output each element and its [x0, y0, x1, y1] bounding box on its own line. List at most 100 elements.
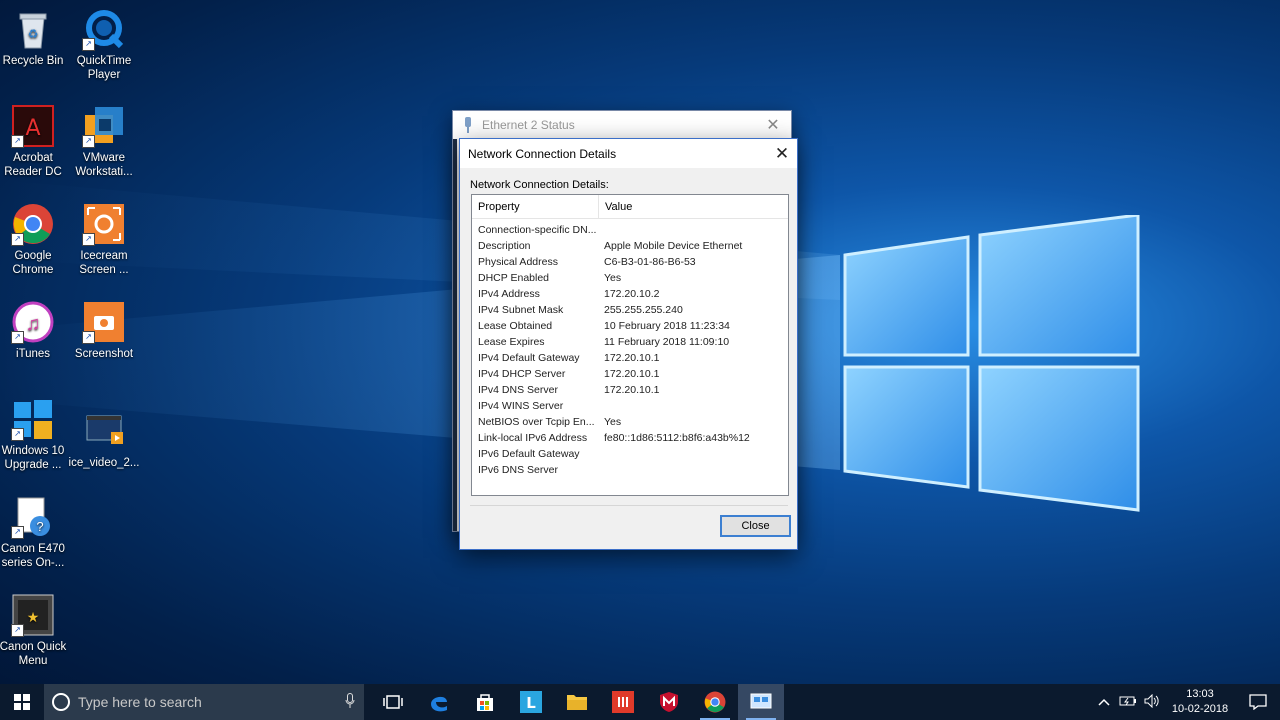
task-view-button[interactable]	[370, 684, 416, 720]
shortcut-arrow-icon: ↗	[11, 135, 24, 148]
table-row[interactable]: IPv6 DNS Server	[472, 462, 788, 478]
desktop-icon-itunes[interactable]: ♫ ↗ iTunes	[0, 301, 69, 361]
edge-icon	[431, 696, 447, 712]
table-row[interactable]: IPv4 Default Gateway 172.20.10.1	[472, 350, 788, 366]
taskbar-chrome[interactable]	[692, 684, 738, 720]
table-row[interactable]: IPv4 DNS Server 172.20.10.1	[472, 382, 788, 398]
network-window-icon	[750, 693, 772, 709]
shortcut-arrow-icon: ↗	[11, 331, 24, 344]
chrome-icon: ↗	[11, 203, 54, 246]
desktop-icon-ice-video[interactable]: ice_video_2...	[68, 410, 140, 470]
window-edge	[453, 139, 457, 531]
shortcut-arrow-icon: ↗	[82, 38, 95, 51]
column-header-property[interactable]: Property	[472, 195, 599, 218]
desktop-icon-canon-e470[interactable]: ? ↗ Canon E470 series On-...	[0, 496, 69, 570]
property-cell: Lease Expires	[478, 336, 545, 348]
action-center-button[interactable]	[1236, 694, 1280, 710]
shortcut-arrow-icon: ↗	[82, 135, 95, 148]
volume-icon[interactable]	[1140, 693, 1164, 711]
table-row[interactable]: Link-local IPv6 Address fe80::1d86:5112:b…	[472, 430, 788, 446]
table-row[interactable]: IPv4 WINS Server	[472, 398, 788, 414]
desktop-icon-label: Windows 10 Upgrade ...	[1, 445, 65, 471]
property-cell: Connection-specific DN...	[478, 224, 597, 236]
desktop-icon-recycle-bin[interactable]: ♻ Recycle Bin	[0, 8, 69, 68]
property-cell: IPv4 DHCP Server	[478, 368, 566, 380]
taskbar-mcafee[interactable]	[646, 684, 692, 720]
desktop-icon-canon-quick-menu[interactable]: ★ ↗ Canon Quick Menu	[0, 594, 69, 668]
shortcut-arrow-icon: ↗	[11, 233, 24, 246]
list-header: Property Value	[472, 195, 788, 219]
property-cell: Lease Obtained	[478, 320, 553, 332]
property-cell: IPv4 WINS Server	[478, 400, 564, 412]
ethernet-status-close-button[interactable]: ✕	[755, 115, 791, 135]
microphone-icon[interactable]	[336, 692, 364, 712]
value-cell: 11 February 2018 11:09:10	[604, 336, 730, 348]
taskbar: Type here to search L 13:03 10-02-2018	[0, 684, 1280, 720]
taskbar-clock[interactable]: 13:03 10-02-2018	[1164, 687, 1236, 717]
video-file-icon	[83, 410, 125, 452]
desktop-icon-win10-upgrade[interactable]: ↗ Windows 10 Upgrade ...	[0, 398, 69, 472]
table-row[interactable]: NetBIOS over Tcpip En... Yes	[472, 414, 788, 430]
details-section-label: Network Connection Details:	[470, 179, 609, 191]
table-row[interactable]: Physical Address C6-B3-01-86-B6-53	[472, 254, 788, 270]
property-cell: IPv4 Address	[478, 288, 540, 300]
desktop-icon-label: Icecream Screen ...	[79, 250, 129, 276]
dialog-close-icon[interactable]: ✕	[767, 144, 797, 164]
help-document-icon: ? ↗	[11, 496, 54, 539]
table-row[interactable]: Description Apple Mobile Device Ethernet	[472, 238, 788, 254]
ethernet-status-titlebar[interactable]: Ethernet 2 Status ✕	[453, 111, 791, 139]
desktop-icon-vmware[interactable]: ↗ VMware Workstati...	[68, 105, 140, 179]
svg-text:L: L	[526, 694, 536, 712]
taskbar-l-app[interactable]: L	[508, 684, 554, 720]
taskbar-store[interactable]	[462, 684, 508, 720]
folder-icon	[567, 695, 587, 710]
acrobat-reader-icon: A ↗	[11, 105, 54, 148]
desktop-icon-quicktime[interactable]: ↗ QuickTime Player	[68, 8, 140, 82]
taskbar-network-settings[interactable]	[738, 684, 784, 720]
table-row[interactable]: Connection-specific DN...	[472, 222, 788, 238]
battery-charging-icon[interactable]	[1116, 695, 1140, 710]
column-header-value[interactable]: Value	[599, 195, 788, 218]
dialog-titlebar[interactable]: Network Connection Details ✕	[460, 139, 797, 168]
desktop-icon-icecream[interactable]: ↗ Icecream Screen ...	[68, 203, 140, 277]
windows-logo-wallpaper	[840, 213, 1140, 515]
value-cell: 172.20.10.1	[604, 384, 660, 396]
table-row[interactable]: Lease Obtained 10 February 2018 11:23:34	[472, 318, 788, 334]
vmware-icon: ↗	[82, 105, 125, 148]
start-button[interactable]	[0, 684, 44, 720]
taskbar-search-box[interactable]: Type here to search	[44, 684, 364, 720]
table-row[interactable]: DHCP Enabled Yes	[472, 270, 788, 286]
property-cell: Physical Address	[478, 256, 558, 268]
chevron-up-icon[interactable]	[1092, 695, 1116, 709]
table-row[interactable]: IPv4 DHCP Server 172.20.10.1	[472, 366, 788, 382]
desktop-icon-label: Canon Quick Menu	[0, 641, 67, 667]
desktop-icon-chrome[interactable]: ↗ Google Chrome	[0, 203, 69, 277]
taskbar-red-app[interactable]	[600, 684, 646, 720]
notifications-icon	[1249, 694, 1267, 710]
property-cell: IPv4 Default Gateway	[478, 352, 580, 364]
table-row[interactable]: Lease Expires 11 February 2018 11:09:10	[472, 334, 788, 350]
property-cell: IPv4 DNS Server	[478, 384, 558, 396]
value-cell: fe80::1d86:5112:b8f6:a43b%12	[604, 432, 750, 444]
table-row[interactable]: IPv4 Address 172.20.10.2	[472, 286, 788, 302]
clock-date: 10-02-2018	[1171, 703, 1229, 715]
list-body: Connection-specific DN... Description Appl…	[472, 219, 788, 478]
table-row[interactable]: IPv4 Subnet Mask 255.255.255.240	[472, 302, 788, 318]
shortcut-arrow-icon: ↗	[11, 526, 24, 539]
taskbar-file-explorer[interactable]	[554, 684, 600, 720]
close-button[interactable]: Close	[720, 515, 791, 537]
dialog-divider	[470, 505, 788, 506]
details-list-view[interactable]: Property Value Connection-specific DN...…	[471, 194, 789, 496]
table-row[interactable]: IPv6 Default Gateway	[472, 446, 788, 462]
svg-text:★: ★	[27, 609, 40, 625]
value-cell: 10 February 2018 11:23:34	[604, 320, 730, 332]
taskbar-edge[interactable]	[416, 684, 462, 720]
desktop-icon-screenshot[interactable]: ↗ Screenshot	[68, 301, 140, 361]
desktop-icon-acrobat[interactable]: A ↗ Acrobat Reader DC	[0, 105, 69, 179]
desktop-icon-label: Acrobat Reader DC	[4, 152, 62, 178]
value-cell: 172.20.10.1	[604, 368, 660, 380]
value-cell	[604, 462, 788, 478]
property-cell: IPv6 DNS Server	[478, 464, 558, 476]
network-connection-details-dialog: Network Connection Details ✕ Network Con…	[459, 138, 798, 550]
value-cell: Yes	[604, 272, 622, 284]
